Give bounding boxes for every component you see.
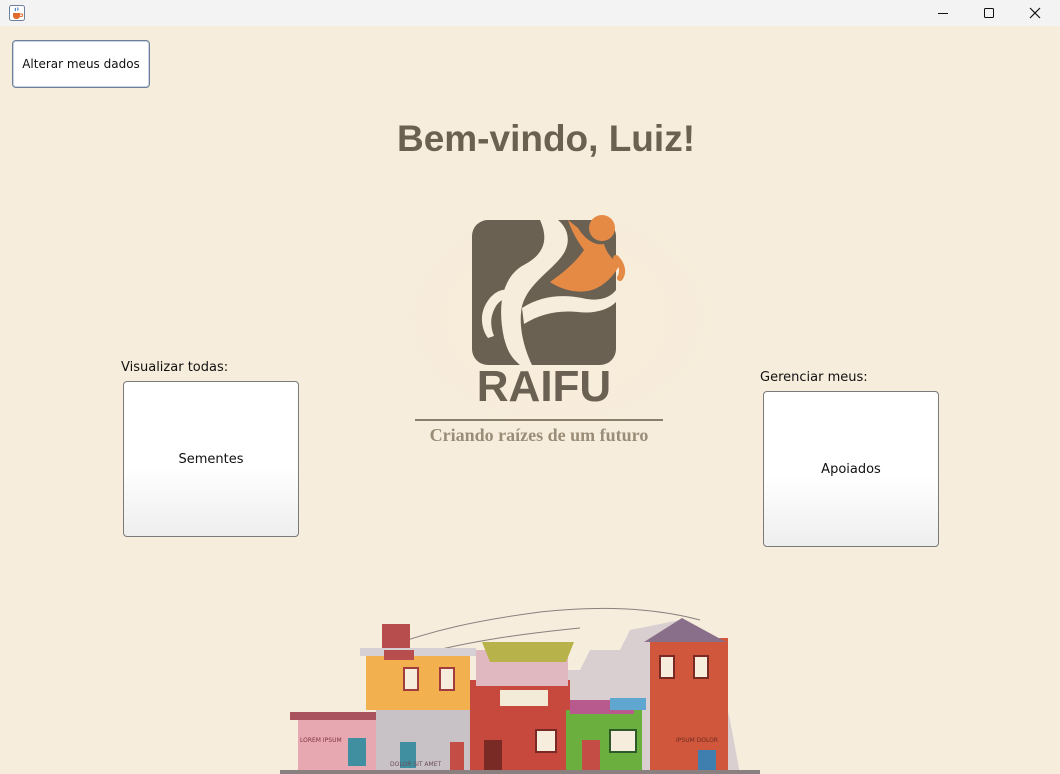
wall-sign-middle: DOLOR SIT AMET [390,761,441,768]
favela-illustration-graphic: LOREM IPSUM DOLOR SIT AMET IPSUM DOLOR [280,607,760,774]
logo-tagline: Criando raízes de um futuro [430,425,649,445]
view-all-label: Visualizar todas: [121,360,229,375]
welcome-heading: Bem-vindo, Luiz! [396,118,696,159]
wall-sign-right: IPSUM DOLOR [676,737,718,744]
app-window: Alterar meus dados Bem-vindo, Luiz! RAIF… [0,0,1060,774]
raifu-logo: RAIFU Criando raízes de um futuro [372,198,742,462]
minimize-button[interactable] [920,0,966,26]
wall-sign-left: LOREM IPSUM [300,737,342,744]
favela-houses-illustration: LOREM IPSUM DOLOR SIT AMET IPSUM DOLOR [280,590,760,774]
close-button[interactable] [1012,0,1058,26]
raifu-logo-graphic: RAIFU Criando raízes de um futuro [372,198,742,462]
main-panel: Alterar meus dados Bem-vindo, Luiz! RAIF… [0,26,1060,774]
sementes-button[interactable]: Sementes [123,381,299,537]
java-cup-icon [9,5,25,21]
close-icon [1029,7,1041,19]
maximize-button[interactable] [966,0,1012,26]
apoiados-button[interactable]: Apoiados [763,391,939,547]
logo-name: RAIFU [477,362,611,411]
manage-label: Gerenciar meus: [760,370,868,385]
maximize-icon [984,8,994,18]
minimize-icon [938,13,948,14]
edit-profile-button[interactable]: Alterar meus dados [12,40,150,88]
title-bar[interactable] [0,0,1060,26]
